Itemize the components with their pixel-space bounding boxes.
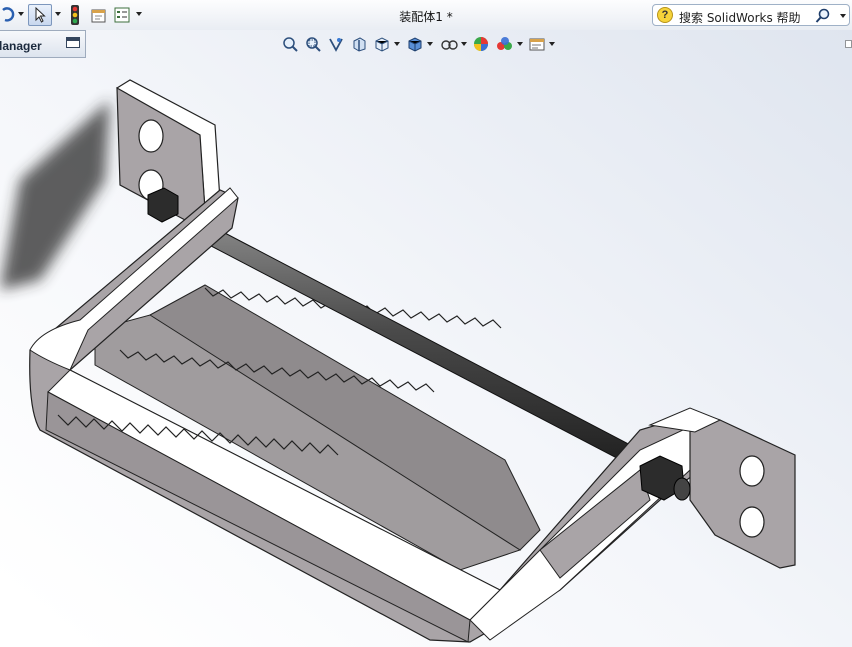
zoom-area-icon[interactable] [305,34,323,54]
mounting-hole [138,119,164,153]
mounting-hole [739,455,765,487]
mounting-hole [739,506,765,538]
search-icon[interactable] [815,8,831,24]
search-help-box[interactable]: ? 搜索 SolidWorks 帮助 [652,4,850,26]
search-dropdown-icon[interactable] [840,14,846,18]
title-bar: 装配体1 * ? 搜索 SolidWorks 帮助 [0,0,852,31]
appearance-icon[interactable] [473,34,491,54]
zoom-to-fit-icon[interactable] [282,34,300,54]
window-maximize-icon[interactable] [66,37,80,48]
file-properties-icon[interactable] [90,4,108,26]
feature-manager-label: lanager [0,39,42,53]
options-icon[interactable] [113,4,131,26]
undo-dropdown-icon[interactable] [18,12,24,16]
feature-manager-tab[interactable]: lanager [0,30,86,58]
scene-icon[interactable] [496,34,524,54]
help-question-icon: ? [657,7,673,23]
traffic-light-icon[interactable] [68,4,82,26]
view-settings-icon[interactable] [529,34,557,54]
display-style-icon[interactable] [407,34,435,54]
graphics-viewport[interactable] [0,30,852,647]
previous-view-icon[interactable] [328,34,346,54]
section-view-icon[interactable] [351,34,369,54]
hide-show-icon[interactable] [440,34,468,54]
select-dropdown-icon[interactable] [55,12,61,16]
undo-icon[interactable] [0,4,16,26]
task-pane-edge-icon[interactable] [845,34,852,54]
search-input[interactable]: 搜索 SolidWorks 帮助 [679,9,801,26]
options-dropdown-icon[interactable] [136,12,142,16]
select-arrow-icon[interactable] [28,4,52,26]
view-orientation-icon[interactable] [374,34,402,54]
